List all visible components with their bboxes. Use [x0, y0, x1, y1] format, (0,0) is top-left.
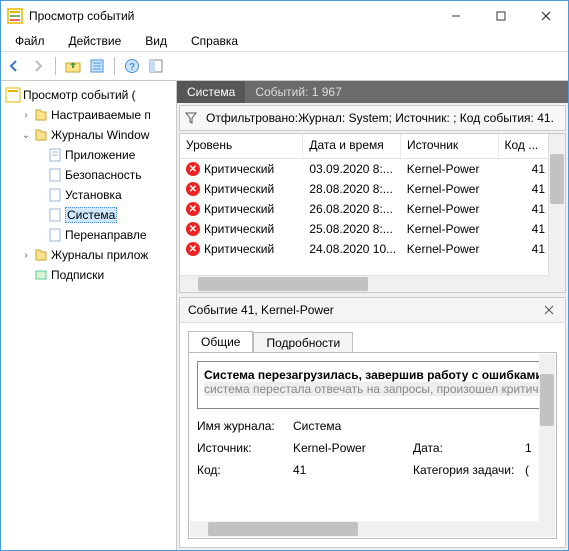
tree-subscriptions[interactable]: Подписки [5, 265, 176, 285]
tab-details[interactable]: Подробности [253, 332, 353, 353]
error-icon: ✕ [186, 162, 200, 176]
menu-help[interactable]: Справка [181, 32, 248, 50]
maximize-button[interactable] [478, 1, 523, 31]
tree-app-logs[interactable]: ›Журналы прилож [5, 245, 176, 265]
filter-bar: Отфильтровано:Журнал: System; Источник: … [179, 105, 566, 131]
tree-security[interactable]: Безопасность [5, 165, 176, 185]
label-source: Источник: [197, 441, 293, 455]
back-icon[interactable] [5, 57, 23, 75]
event-grid[interactable]: Уровень Дата и время Источник Код ... Ка… [179, 133, 566, 293]
col-source[interactable]: Источник [401, 134, 499, 158]
tree-application[interactable]: Приложение [5, 145, 176, 165]
detail-title: Событие 41, Kernel-Power [188, 303, 334, 317]
grid-scrollbar-v[interactable] [548, 134, 565, 276]
detail-pane: Событие 41, Kernel-Power Общие Подробнос… [179, 297, 566, 548]
app-icon [7, 8, 23, 24]
grid-header[interactable]: Уровень Дата и время Источник Код ... Ка… [180, 134, 565, 159]
toolbar: ? [1, 51, 568, 81]
label-task: Категория задачи: [413, 463, 525, 477]
tree-setup[interactable]: Установка [5, 185, 176, 205]
grid-scrollbar-h[interactable] [180, 275, 565, 292]
svg-text:?: ? [129, 62, 135, 73]
tree-forwarded[interactable]: Перенаправле [5, 225, 176, 245]
error-icon: ✕ [186, 222, 200, 236]
menubar: Файл Действие Вид Справка [1, 31, 568, 51]
filter-icon[interactable] [184, 111, 198, 125]
col-code[interactable]: Код ... [499, 134, 552, 158]
up-folder-icon[interactable] [64, 57, 82, 75]
detail-close-icon[interactable] [541, 302, 557, 318]
menu-file[interactable]: Файл [5, 32, 55, 50]
detail-scrollbar-v[interactable] [539, 354, 555, 521]
event-count: Событий: 1 967 [245, 85, 351, 99]
table-row[interactable]: ✕Критический26.08.2020 8:...Kernel-Power… [180, 199, 565, 219]
error-icon: ✕ [186, 202, 200, 216]
label-date: Дата: [413, 441, 525, 455]
panel-icon[interactable] [147, 57, 165, 75]
error-icon: ✕ [186, 242, 200, 256]
minimize-button[interactable] [433, 1, 478, 31]
window-title: Просмотр событий [29, 9, 433, 23]
table-row[interactable]: ✕Критический03.09.2020 8:...Kernel-Power… [180, 159, 565, 179]
list-title: Система [177, 81, 245, 103]
titlebar: Просмотр событий [1, 1, 568, 31]
tree-custom-views[interactable]: ›Настраиваемые п [5, 105, 176, 125]
help-icon[interactable]: ? [123, 57, 141, 75]
col-date[interactable]: Дата и время [303, 134, 401, 158]
value-code: 41 [293, 463, 413, 477]
table-row[interactable]: ✕Критический25.08.2020 8:...Kernel-Power… [180, 219, 565, 239]
tab-general[interactable]: Общие [188, 331, 253, 352]
tree-windows-logs[interactable]: ⌄Журналы Window [5, 125, 176, 145]
menu-view[interactable]: Вид [135, 32, 177, 50]
filter-text: Отфильтровано:Журнал: System; Источник: … [206, 111, 554, 125]
table-row[interactable]: ✕Критический24.08.2020 10...Kernel-Power… [180, 239, 565, 259]
table-row[interactable]: ✕Критический28.08.2020 8:...Kernel-Power… [180, 179, 565, 199]
event-description: Система перезагрузилась, завершив работу… [197, 361, 548, 409]
list-header: Система Событий: 1 967 [177, 81, 568, 103]
col-level[interactable]: Уровень [180, 134, 303, 158]
close-button[interactable] [523, 1, 568, 31]
value-log: Система [293, 419, 413, 433]
properties-icon[interactable] [88, 57, 106, 75]
value-source: Kernel-Power [293, 441, 413, 455]
tree-root[interactable]: Просмотр событий ( [5, 85, 176, 105]
label-code: Код: [197, 463, 293, 477]
forward-icon[interactable] [29, 57, 47, 75]
nav-tree[interactable]: Просмотр событий ( ›Настраиваемые п ⌄Жур… [1, 81, 177, 550]
tree-system[interactable]: Система [5, 205, 176, 225]
menu-action[interactable]: Действие [59, 32, 132, 50]
detail-scrollbar-h[interactable] [190, 521, 555, 537]
error-icon: ✕ [186, 182, 200, 196]
label-log: Имя журнала: [197, 419, 293, 433]
event-viewer-window: Просмотр событий Файл Действие Вид Справ… [0, 0, 569, 551]
